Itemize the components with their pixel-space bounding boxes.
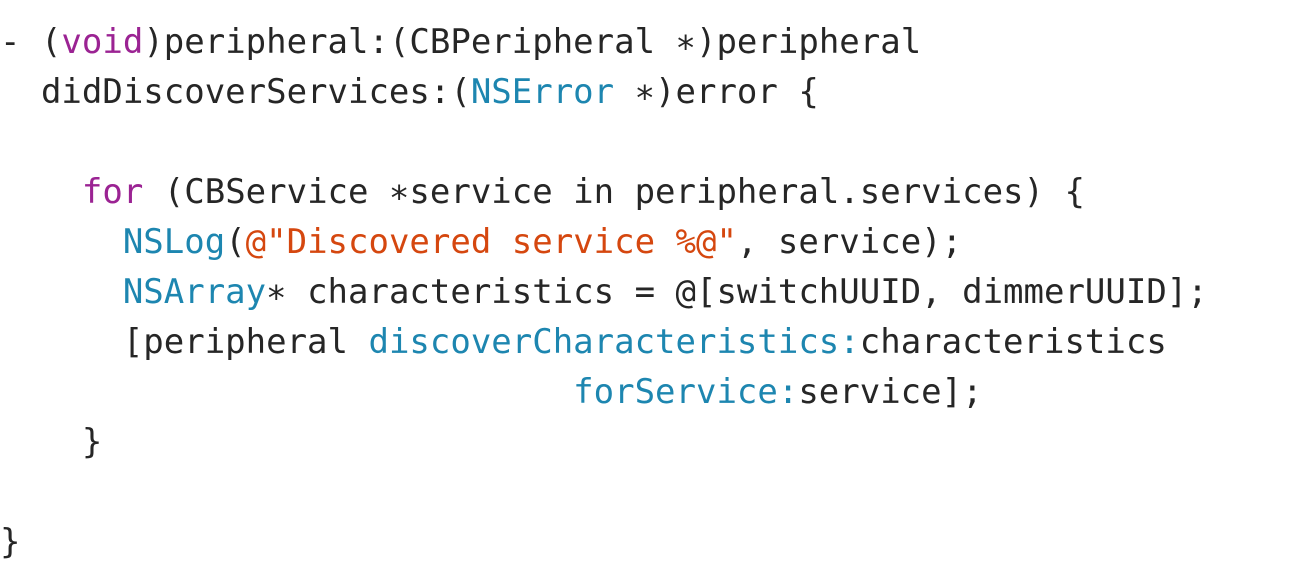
code-token-plain: )peripheral:(CBPeripheral ∗)peripheral: [143, 22, 922, 62]
code-token-keyword: for: [81, 172, 144, 212]
code-token-string: @"Discovered service %@": [245, 222, 737, 262]
code-token-type: NSLog: [122, 222, 226, 262]
code-token-plain: (: [225, 222, 246, 262]
code-token-method: forService:: [573, 372, 799, 412]
code-token-plain: }: [0, 422, 103, 462]
code-line: }: [0, 517, 20, 567]
code-token-plain: characteristics: [859, 322, 1167, 362]
code-line: [peripheral discoverCharacteristics:char…: [0, 317, 1167, 367]
code-token-method: discoverCharacteristics:: [368, 322, 860, 362]
code-line: - (void)peripheral:(CBPeripheral ∗)perip…: [0, 17, 921, 67]
code-token-plain: service];: [798, 372, 983, 412]
code-token-plain: - (: [0, 22, 62, 62]
code-line: }: [0, 417, 102, 467]
code-token-type: NSArray: [122, 272, 267, 312]
code-token-plain: ∗ characteristics = @[switchUUID, dimmer…: [266, 272, 1208, 312]
code-token-type: NSError: [470, 72, 615, 112]
code-token-plain: , service);: [736, 222, 963, 262]
code-line: didDiscoverServices:(NSError ∗)error {: [0, 67, 819, 117]
code-editor: - (void)peripheral:(CBPeripheral ∗)perip…: [0, 0, 1316, 582]
code-line: forService:service];: [0, 367, 983, 417]
code-token-plain: didDiscoverServices:(: [0, 72, 471, 112]
code-token-keyword: void: [61, 22, 144, 62]
code-token-plain: [peripheral: [0, 322, 369, 362]
code-token-plain: (CBService ∗service in peripheral.servic…: [143, 172, 1085, 212]
code-line: for (CBService ∗service in peripheral.se…: [0, 167, 1085, 217]
code-token-plain: }: [0, 522, 21, 562]
code-line: NSArray∗ characteristics = @[switchUUID,…: [0, 267, 1208, 317]
code-token-plain: ∗)error {: [614, 72, 819, 112]
code-line: NSLog(@"Discovered service %@", service)…: [0, 217, 962, 267]
